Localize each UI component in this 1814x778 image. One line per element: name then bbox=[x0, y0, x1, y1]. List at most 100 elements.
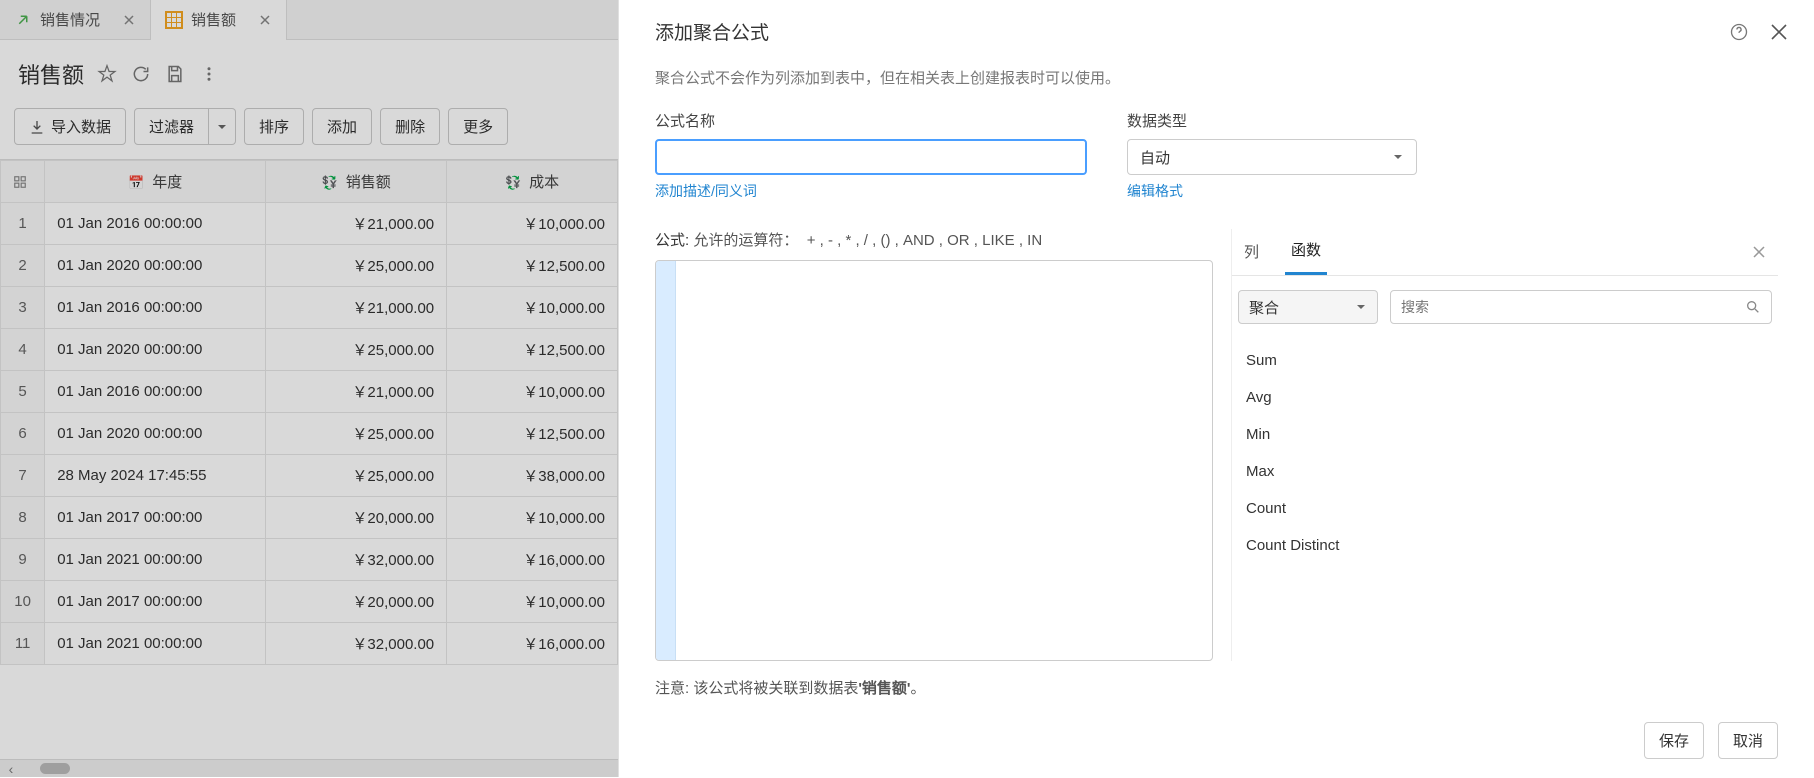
cell-sales[interactable]: ￥20,000.00 bbox=[266, 581, 447, 623]
cell-year[interactable]: 01 Jan 2021 00:00:00 bbox=[45, 539, 266, 581]
row-header-corner[interactable] bbox=[1, 161, 45, 203]
cell-cost[interactable]: ￥12,500.00 bbox=[447, 413, 618, 455]
table-row[interactable]: 301 Jan 2016 00:00:00￥21,000.00￥10,000.0… bbox=[1, 287, 618, 329]
col-sales[interactable]: 💱销售额 bbox=[266, 161, 447, 203]
formula-editor[interactable] bbox=[655, 260, 1213, 661]
table-row[interactable]: 101 Jan 2016 00:00:00￥21,000.00￥10,000.0… bbox=[1, 203, 618, 245]
cell-year[interactable]: 01 Jan 2020 00:00:00 bbox=[45, 245, 266, 287]
function-item[interactable]: Count Distinct bbox=[1232, 527, 1778, 564]
table-row[interactable]: 201 Jan 2020 00:00:00￥25,000.00￥12,500.0… bbox=[1, 245, 618, 287]
tab-label: 销售情况 bbox=[40, 9, 100, 30]
col-cost[interactable]: 💱成本 bbox=[447, 161, 618, 203]
tab-functions[interactable]: 函数 bbox=[1285, 229, 1327, 275]
import-data-button[interactable]: 导入数据 bbox=[14, 108, 126, 145]
close-icon[interactable] bbox=[1746, 239, 1772, 265]
data-type-select[interactable]: 自动 bbox=[1127, 139, 1417, 175]
cell-year[interactable]: 01 Jan 2020 00:00:00 bbox=[45, 413, 266, 455]
function-item[interactable]: Max bbox=[1232, 453, 1778, 490]
table-row[interactable]: 901 Jan 2021 00:00:00￥32,000.00￥16,000.0… bbox=[1, 539, 618, 581]
cell-year[interactable]: 01 Jan 2016 00:00:00 bbox=[45, 287, 266, 329]
cell-cost[interactable]: ￥10,000.00 bbox=[447, 203, 618, 245]
cell-sales[interactable]: ￥25,000.00 bbox=[266, 329, 447, 371]
editor-gutter bbox=[656, 261, 676, 660]
row-number: 3 bbox=[1, 287, 45, 329]
function-item[interactable]: Sum bbox=[1232, 342, 1778, 379]
function-item[interactable]: Avg bbox=[1232, 379, 1778, 416]
function-item[interactable]: Count bbox=[1232, 490, 1778, 527]
cell-year[interactable]: 01 Jan 2017 00:00:00 bbox=[45, 497, 266, 539]
formula-name-input[interactable] bbox=[655, 139, 1087, 175]
cancel-button[interactable]: 取消 bbox=[1718, 722, 1778, 759]
horizontal-scrollbar[interactable]: ‹ bbox=[0, 759, 618, 777]
tab-columns[interactable]: 列 bbox=[1238, 231, 1265, 274]
function-search-input[interactable] bbox=[1401, 299, 1737, 315]
cell-year[interactable]: 01 Jan 2017 00:00:00 bbox=[45, 581, 266, 623]
save-icon[interactable] bbox=[164, 63, 186, 85]
function-category-select[interactable]: 聚合 bbox=[1238, 290, 1378, 324]
cell-sales[interactable]: ￥32,000.00 bbox=[266, 623, 447, 665]
cell-year[interactable]: 01 Jan 2021 00:00:00 bbox=[45, 623, 266, 665]
table-row[interactable]: 1101 Jan 2021 00:00:00￥32,000.00￥16,000.… bbox=[1, 623, 618, 665]
cell-sales[interactable]: ￥25,000.00 bbox=[266, 245, 447, 287]
cell-sales[interactable]: ￥21,000.00 bbox=[266, 371, 447, 413]
formula-textarea[interactable] bbox=[676, 261, 1212, 660]
scroll-left-icon[interactable]: ‹ bbox=[2, 760, 20, 778]
data-table: 📅年度 💱销售额 💱成本 101 Jan 2016 00:00:00￥21,00… bbox=[0, 160, 618, 665]
cell-cost[interactable]: ￥10,000.00 bbox=[447, 371, 618, 413]
toolbar: 导入数据 过滤器 排序 添加 删除 更多 bbox=[0, 100, 618, 159]
table-row[interactable]: 601 Jan 2020 00:00:00￥25,000.00￥12,500.0… bbox=[1, 413, 618, 455]
edit-format-link[interactable]: 编辑格式 bbox=[1127, 181, 1417, 201]
close-icon[interactable] bbox=[258, 13, 272, 27]
cell-cost[interactable]: ￥10,000.00 bbox=[447, 497, 618, 539]
table-row[interactable]: 801 Jan 2017 00:00:00￥20,000.00￥10,000.0… bbox=[1, 497, 618, 539]
star-icon[interactable] bbox=[96, 63, 118, 85]
cell-year[interactable]: 01 Jan 2016 00:00:00 bbox=[45, 371, 266, 413]
table-row[interactable]: 501 Jan 2016 00:00:00￥21,000.00￥10,000.0… bbox=[1, 371, 618, 413]
table-row[interactable]: 1001 Jan 2017 00:00:00￥20,000.00￥10,000.… bbox=[1, 581, 618, 623]
more-button[interactable]: 更多 bbox=[448, 108, 508, 145]
cell-cost[interactable]: ￥12,500.00 bbox=[447, 245, 618, 287]
row-number: 6 bbox=[1, 413, 45, 455]
cell-sales[interactable]: ￥32,000.00 bbox=[266, 539, 447, 581]
close-icon[interactable] bbox=[122, 13, 136, 27]
cell-cost[interactable]: ￥16,000.00 bbox=[447, 623, 618, 665]
sort-button[interactable]: 排序 bbox=[244, 108, 304, 145]
cell-year[interactable]: 28 May 2024 17:45:55 bbox=[45, 455, 266, 497]
cell-cost[interactable]: ￥38,000.00 bbox=[447, 455, 618, 497]
chevron-down-icon bbox=[1392, 151, 1404, 163]
cell-sales[interactable]: ￥21,000.00 bbox=[266, 203, 447, 245]
add-button[interactable]: 添加 bbox=[312, 108, 372, 145]
col-year[interactable]: 📅年度 bbox=[45, 161, 266, 203]
cell-sales[interactable]: ￥25,000.00 bbox=[266, 455, 447, 497]
function-list[interactable]: SumAvgMinMaxCountCount Distinct bbox=[1232, 338, 1778, 661]
row-number: 5 bbox=[1, 371, 45, 413]
more-vertical-icon[interactable] bbox=[198, 63, 220, 85]
cell-year[interactable]: 01 Jan 2020 00:00:00 bbox=[45, 329, 266, 371]
tab-sales-amount[interactable]: 销售额 bbox=[151, 0, 287, 40]
table-row[interactable]: 401 Jan 2020 00:00:00￥25,000.00￥12,500.0… bbox=[1, 329, 618, 371]
cell-cost[interactable]: ￥16,000.00 bbox=[447, 539, 618, 581]
row-number: 4 bbox=[1, 329, 45, 371]
filter-button[interactable]: 过滤器 bbox=[134, 108, 209, 145]
cell-cost[interactable]: ￥10,000.00 bbox=[447, 287, 618, 329]
add-description-link[interactable]: 添加描述/同义词 bbox=[655, 181, 1087, 201]
save-button[interactable]: 保存 bbox=[1644, 722, 1704, 759]
cell-sales[interactable]: ￥20,000.00 bbox=[266, 497, 447, 539]
refresh-icon[interactable] bbox=[130, 63, 152, 85]
help-icon[interactable] bbox=[1728, 21, 1750, 43]
filter-dropdown-arrow[interactable] bbox=[209, 108, 236, 145]
scrollbar-thumb[interactable] bbox=[40, 763, 70, 774]
tab-sales-situation[interactable]: 销售情况 bbox=[0, 0, 151, 40]
table-row[interactable]: 728 May 2024 17:45:55￥25,000.00￥38,000.0… bbox=[1, 455, 618, 497]
cell-sales[interactable]: ￥25,000.00 bbox=[266, 413, 447, 455]
row-number: 10 bbox=[1, 581, 45, 623]
close-icon[interactable] bbox=[1768, 21, 1790, 43]
function-item[interactable]: Min bbox=[1232, 416, 1778, 453]
function-search[interactable] bbox=[1390, 290, 1772, 324]
cell-sales[interactable]: ￥21,000.00 bbox=[266, 287, 447, 329]
delete-button[interactable]: 删除 bbox=[380, 108, 440, 145]
cell-cost[interactable]: ￥12,500.00 bbox=[447, 329, 618, 371]
modal-description: 聚合公式不会作为列添加到表中，但在相关表上创建报表时可以使用。 bbox=[655, 67, 1778, 88]
cell-year[interactable]: 01 Jan 2016 00:00:00 bbox=[45, 203, 266, 245]
cell-cost[interactable]: ￥10,000.00 bbox=[447, 581, 618, 623]
